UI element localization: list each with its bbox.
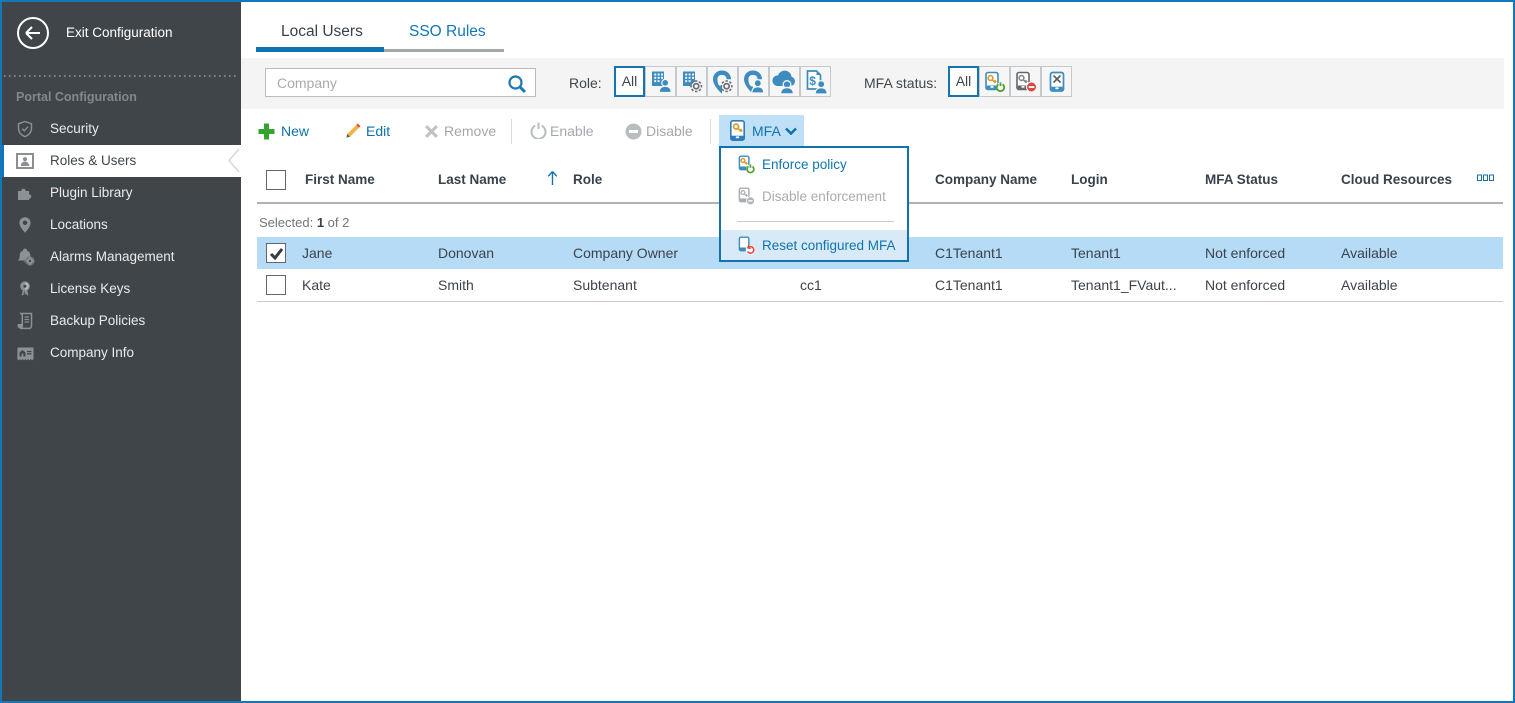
svg-text:$: $ [809, 74, 816, 88]
